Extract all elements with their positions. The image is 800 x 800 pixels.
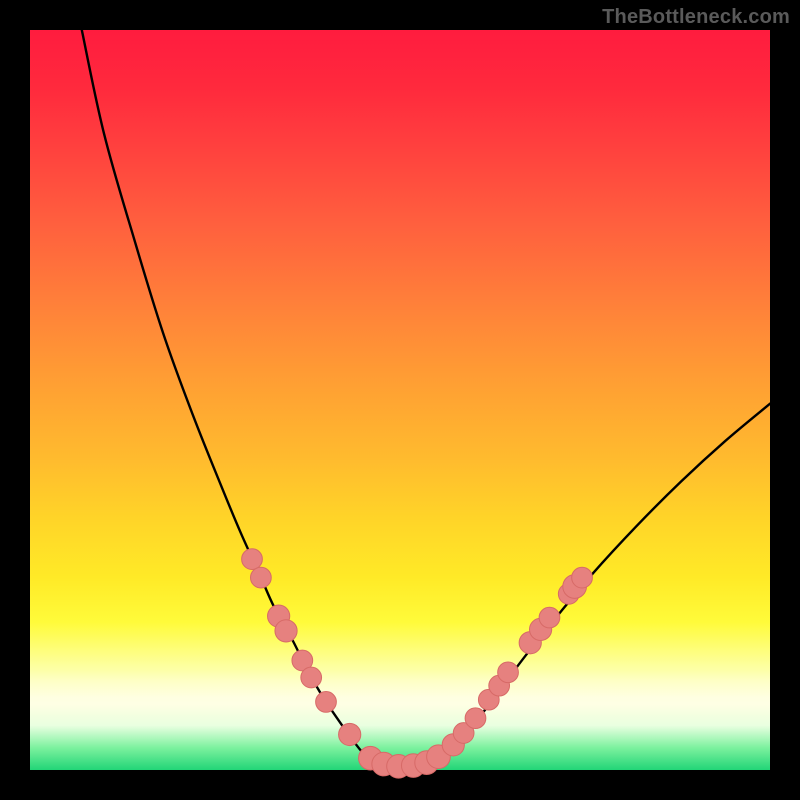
curve-marker xyxy=(251,567,272,588)
curve-marker xyxy=(301,667,322,688)
plot-area xyxy=(30,30,770,770)
curve-marker xyxy=(339,723,361,745)
curve-marker xyxy=(465,708,486,729)
chart-svg xyxy=(30,30,770,770)
curve-markers xyxy=(242,549,593,778)
curve-marker xyxy=(498,662,519,683)
curve-marker xyxy=(242,549,263,570)
curve-marker xyxy=(316,692,337,713)
curve-marker xyxy=(539,607,560,628)
bottleneck-curve xyxy=(82,30,770,767)
curve-marker xyxy=(275,620,297,642)
curve-marker xyxy=(572,567,593,588)
watermark-text: TheBottleneck.com xyxy=(602,6,790,29)
chart-frame: TheBottleneck.com xyxy=(0,0,800,800)
